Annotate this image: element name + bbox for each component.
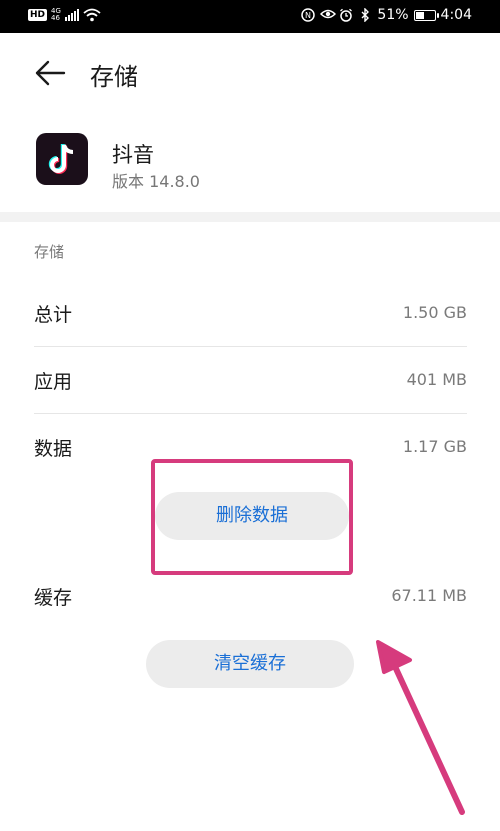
battery-percent: 51% <box>377 7 409 23</box>
app-bar: 存储 <box>0 33 500 113</box>
cache-value: 67.11 MB <box>391 586 467 605</box>
svg-text:N: N <box>305 11 311 20</box>
data-label: 数据 <box>34 438 73 460</box>
wifi-icon <box>83 8 101 22</box>
app-size-row: 应用 401 MB <box>34 347 467 414</box>
app-version: 版本 14.8.0 <box>112 172 200 191</box>
highlight-box <box>151 459 353 575</box>
network-type: 4G 46 <box>51 7 61 22</box>
app-size-value: 401 MB <box>406 370 467 389</box>
back-arrow-icon[interactable] <box>34 59 66 87</box>
eye-icon <box>320 8 337 22</box>
cache-label: 缓存 <box>34 587 73 609</box>
storage-section-label: 存储 <box>34 243 65 261</box>
app-size-label: 应用 <box>34 371 73 393</box>
total-row: 总计 1.50 GB <box>34 280 467 347</box>
app-name: 抖音 <box>112 143 154 167</box>
status-right: N 51% 4:04 <box>301 7 472 23</box>
signal-icon <box>64 9 79 21</box>
clock: 4:04 <box>440 7 472 23</box>
page-title: 存储 <box>90 63 138 91</box>
total-label: 总计 <box>34 304 73 326</box>
status-bar: HD 4G 46 N 51% 4:04 <box>0 0 500 33</box>
clear-cache-button[interactable]: 清空缓存 <box>146 640 354 688</box>
alarm-icon <box>339 8 353 22</box>
tiktok-app-icon <box>36 133 88 185</box>
data-value: 1.17 GB <box>402 437 467 456</box>
battery-fill <box>415 11 424 19</box>
total-value: 1.50 GB <box>402 303 467 322</box>
section-divider <box>0 212 500 222</box>
cache-row: 缓存 67.11 MB <box>34 563 467 629</box>
status-left: HD 4G 46 <box>28 8 101 22</box>
nfc-icon: N <box>301 8 316 22</box>
hd-badge: HD <box>28 9 48 21</box>
annotation-arrow-icon <box>376 640 465 815</box>
bluetooth-icon <box>358 7 372 23</box>
battery-icon <box>413 9 439 21</box>
